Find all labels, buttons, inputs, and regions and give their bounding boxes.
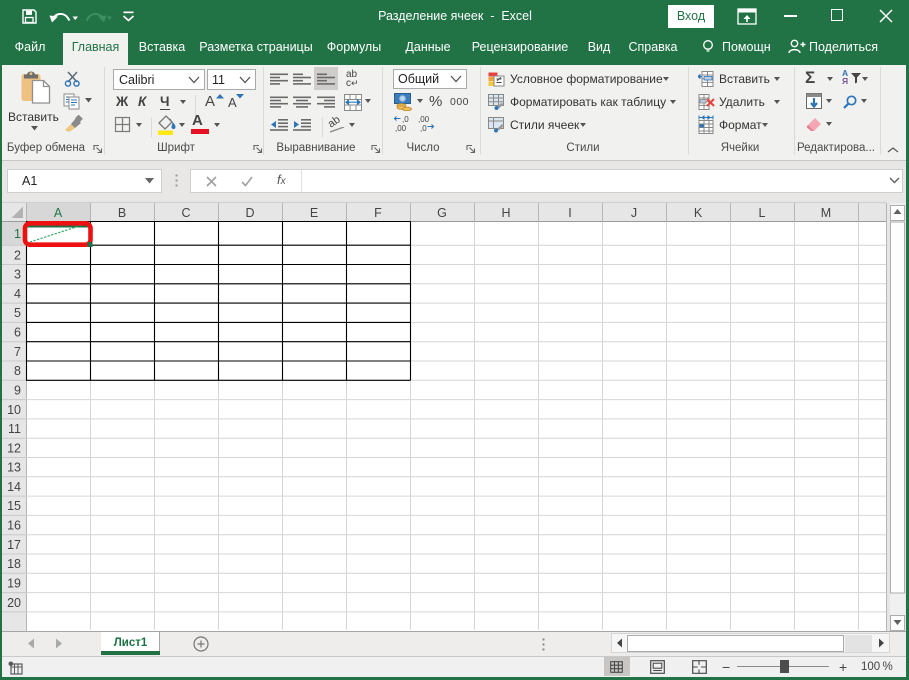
svg-text:4: 4 <box>14 287 21 301</box>
svg-text:7: 7 <box>14 345 21 359</box>
svg-text:19: 19 <box>7 577 21 591</box>
svg-text:11: 11 <box>8 422 21 436</box>
svg-text:C: C <box>181 206 190 220</box>
svg-text:M: M <box>821 206 831 220</box>
svg-text:9: 9 <box>14 383 21 397</box>
svg-text:13: 13 <box>7 461 21 475</box>
svg-text:18: 18 <box>7 557 21 571</box>
svg-text:G: G <box>437 206 447 220</box>
svg-text:E: E <box>310 206 318 220</box>
svg-text:5: 5 <box>14 306 21 320</box>
svg-text:20: 20 <box>7 596 21 610</box>
svg-text:8: 8 <box>14 364 21 378</box>
svg-text:L: L <box>759 206 766 220</box>
svg-text:10: 10 <box>7 403 21 417</box>
svg-text:3: 3 <box>14 268 21 282</box>
svg-text:A: A <box>54 206 63 220</box>
svg-text:F: F <box>374 206 382 220</box>
svg-text:K: K <box>694 206 703 220</box>
svg-text:B: B <box>118 206 126 220</box>
svg-text:1: 1 <box>14 227 21 241</box>
svg-text:I: I <box>568 206 571 220</box>
svg-text:,0: ,0 <box>402 115 409 124</box>
svg-text:2: 2 <box>14 248 21 262</box>
svg-text:15: 15 <box>7 499 21 513</box>
svg-text:,0: ,0 <box>420 124 427 133</box>
svg-text:,00: ,00 <box>395 124 407 133</box>
svg-text:6: 6 <box>14 326 21 340</box>
svg-text:H: H <box>501 206 510 220</box>
svg-text:14: 14 <box>7 480 21 494</box>
svg-text:16: 16 <box>7 519 21 533</box>
svg-text:J: J <box>631 206 637 220</box>
svg-text:17: 17 <box>7 538 21 552</box>
svg-text:,00: ,00 <box>418 115 430 124</box>
svg-text:12: 12 <box>7 441 21 455</box>
svg-text:D: D <box>245 206 254 220</box>
